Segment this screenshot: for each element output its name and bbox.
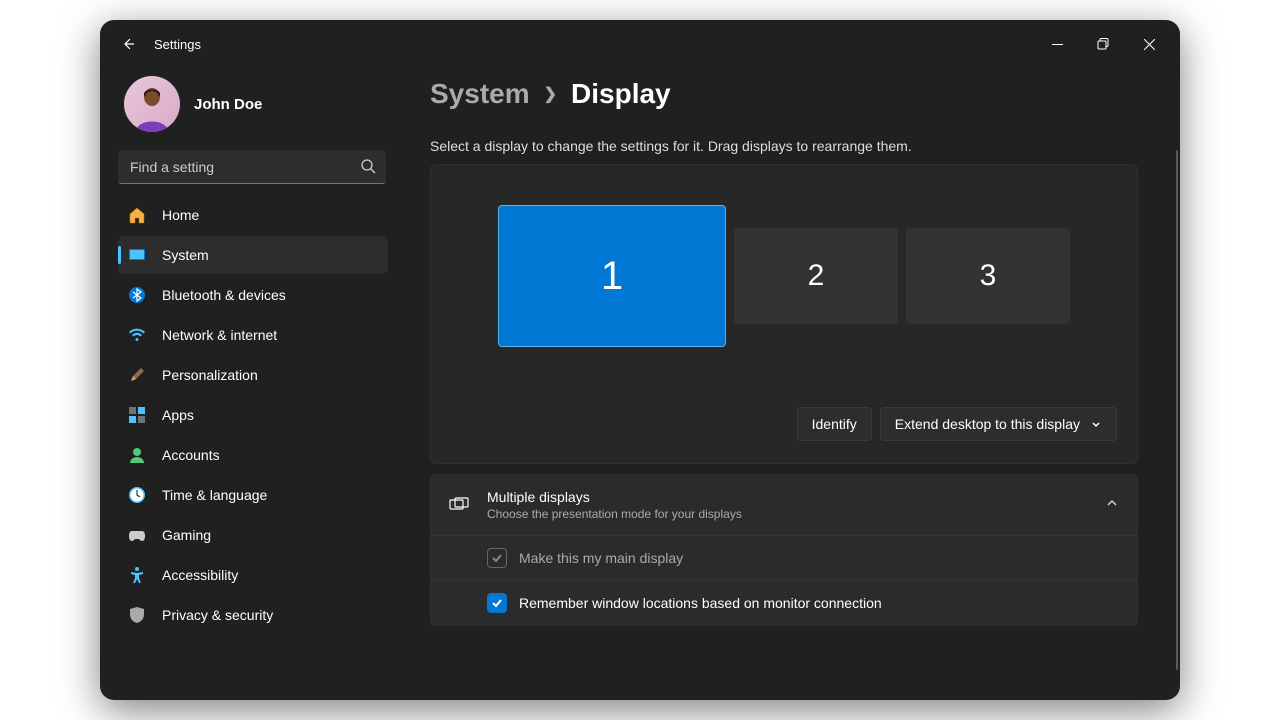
remember-locations-label: Remember window locations based on monit… [519,595,882,611]
nav-label: System [162,247,209,263]
check-icon [491,597,503,609]
window-controls [1034,24,1172,64]
breadcrumb-parent[interactable]: System [430,78,530,110]
nav-label: Apps [162,407,194,423]
multiple-displays-header[interactable]: Multiple displays Choose the presentatio… [431,475,1137,535]
nav-label: Accessibility [162,567,238,583]
user-name: John Doe [194,96,262,113]
minimize-icon [1052,39,1063,50]
search-input[interactable] [118,150,386,184]
nav-label: Network & internet [162,327,277,343]
paintbrush-icon [128,366,146,384]
monitor-2[interactable]: 2 [734,228,898,324]
person-icon [128,446,146,464]
nav-label: Home [162,207,199,223]
nav-item-accessibility[interactable]: Accessibility [118,556,388,594]
nav-item-home[interactable]: Home [118,196,388,234]
nav-item-network[interactable]: Network & internet [118,316,388,354]
settings-window: Settings John Doe [100,20,1180,700]
nav-label: Personalization [162,367,258,383]
display-actions: Identify Extend desktop to this display [451,407,1117,441]
chevron-up-icon [1105,496,1119,515]
nav-label: Accounts [162,447,220,463]
nav-item-time[interactable]: Time & language [118,476,388,514]
maximize-button[interactable] [1080,24,1126,64]
monitor-1[interactable]: 1 [498,205,726,347]
chevron-right-icon: ❯ [544,84,557,104]
bluetooth-icon [128,286,146,304]
back-button[interactable] [108,24,148,64]
nav-item-personalization[interactable]: Personalization [118,356,388,394]
maximize-icon [1097,38,1109,50]
main-display-label: Make this my main display [519,550,683,566]
search-icon [360,158,376,179]
search-wrap [118,150,386,184]
titlebar: Settings [100,20,1180,68]
sidebar: John Doe Home System Blu [100,68,400,700]
nav-item-bluetooth[interactable]: Bluetooth & devices [118,276,388,314]
accessibility-icon [128,566,146,584]
arrow-left-icon [120,36,136,52]
multiple-displays-card: Multiple displays Choose the presentatio… [430,474,1138,626]
nav-label: Time & language [162,487,267,503]
display-hint: Select a display to change the settings … [430,138,1138,154]
main-display-checkbox[interactable] [487,548,507,568]
close-button[interactable] [1126,24,1172,64]
check-icon [491,552,503,564]
display-arrangement[interactable]: 1 2 3 [451,205,1117,347]
gamepad-icon [128,526,146,544]
nav-item-gaming[interactable]: Gaming [118,516,388,554]
window-title: Settings [154,37,201,52]
identify-button[interactable]: Identify [797,407,872,441]
remember-locations-checkbox[interactable] [487,593,507,613]
breadcrumb: System ❯ Display [430,78,1138,110]
minimize-button[interactable] [1034,24,1080,64]
nav-item-system[interactable]: System [118,236,388,274]
display-mode-dropdown[interactable]: Extend desktop to this display [880,407,1117,441]
nav-item-accounts[interactable]: Accounts [118,436,388,474]
close-icon [1144,39,1155,50]
display-arrangement-box: 1 2 3 Identify Extend desktop to this di… [430,164,1138,464]
identify-label: Identify [812,416,857,432]
displays-icon [449,497,469,513]
chevron-down-icon [1090,418,1102,430]
nav-label: Bluetooth & devices [162,287,286,303]
wifi-icon [128,326,146,344]
scrollbar[interactable] [1176,150,1178,670]
profile[interactable]: John Doe [118,68,392,150]
avatar [124,76,180,132]
clock-icon [128,486,146,504]
nav-label: Privacy & security [162,607,273,623]
breadcrumb-current: Display [571,78,671,110]
shield-icon [128,606,146,624]
section-title: Multiple displays [487,489,742,505]
main-display-row[interactable]: Make this my main display [431,535,1137,580]
section-subtitle: Choose the presentation mode for your di… [487,507,742,521]
apps-icon [128,406,146,424]
main-content[interactable]: System ❯ Display Select a display to cha… [400,68,1180,700]
nav[interactable]: Home System Bluetooth & devices Network … [118,194,392,692]
nav-label: Gaming [162,527,211,543]
nav-item-apps[interactable]: Apps [118,396,388,434]
home-icon [128,206,146,224]
monitor-3[interactable]: 3 [906,228,1070,324]
remember-locations-row[interactable]: Remember window locations based on monit… [431,580,1137,625]
nav-item-privacy[interactable]: Privacy & security [118,596,388,634]
display-mode-label: Extend desktop to this display [895,416,1080,432]
system-icon [128,246,146,264]
